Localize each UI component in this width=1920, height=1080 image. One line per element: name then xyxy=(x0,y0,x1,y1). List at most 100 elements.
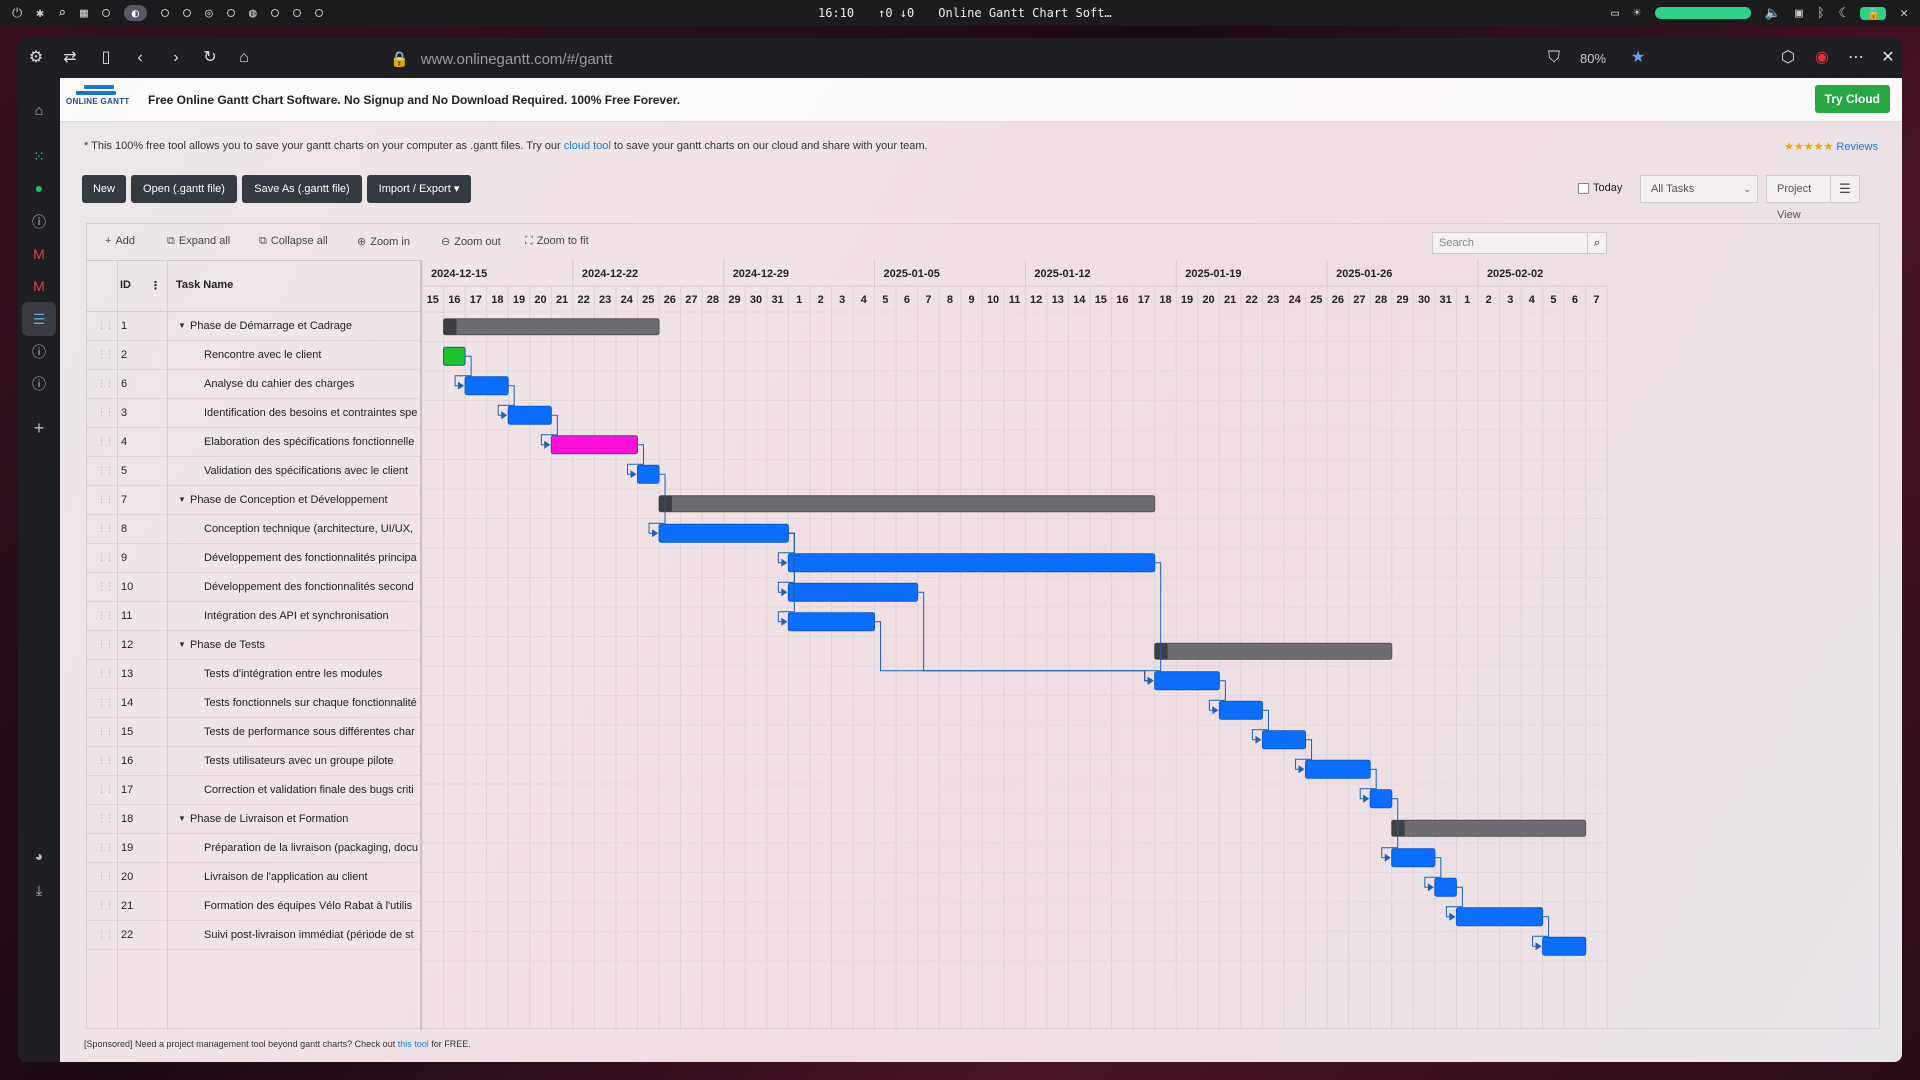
drag-handle-icon[interactable]: ⋮⋮ xyxy=(97,929,114,940)
task-name[interactable]: Correction et validation finale des bugs… xyxy=(204,784,418,796)
workspace-active-indicator[interactable]: ◐ xyxy=(123,5,148,21)
task-bar[interactable] xyxy=(787,612,876,632)
zoom-level[interactable]: 80% xyxy=(1580,51,1606,66)
task-bar[interactable] xyxy=(443,346,466,366)
task-bar[interactable] xyxy=(1261,730,1307,750)
id-column-header[interactable]: ID xyxy=(120,279,131,291)
drag-handle-icon[interactable]: ⋮⋮ xyxy=(97,436,114,447)
phase-bar[interactable] xyxy=(658,495,1156,513)
drag-handle-icon[interactable]: ⋮⋮ xyxy=(97,320,114,331)
today-toggle[interactable]: Today xyxy=(1578,182,1622,194)
zoom-in-button[interactable]: ⊕ Zoom in xyxy=(357,235,410,248)
info-icon[interactable]: ⓘ xyxy=(29,374,49,394)
task-bar[interactable] xyxy=(1218,700,1263,720)
new-button[interactable]: New xyxy=(82,175,126,203)
task-name[interactable]: Développement des fonctionnalités princi… xyxy=(204,552,418,564)
drag-handle-icon[interactable]: ⋮⋮ xyxy=(97,726,114,737)
whatsapp-icon[interactable]: ● xyxy=(29,178,49,198)
site-logo[interactable]: ONLINE GANTT xyxy=(66,85,134,115)
task-row[interactable]: ⋮⋮ 12 ▼ Phase de Tests xyxy=(87,631,420,660)
drag-handle-icon[interactable]: ⋮⋮ xyxy=(97,842,114,853)
notifications-icon[interactable]: ✕ xyxy=(1900,6,1908,21)
task-name[interactable]: Livraison de l'application au client xyxy=(204,871,418,883)
save-as-button[interactable]: Save As (.gantt file) xyxy=(242,175,362,203)
collapse-caret-icon[interactable]: ▼ xyxy=(178,640,186,649)
drag-handle-icon[interactable]: ⋮⋮ xyxy=(97,755,114,766)
task-row[interactable]: ⋮⋮ 13 Tests d'intégration entre les module… xyxy=(87,660,420,689)
lock-icon[interactable]: 🔒 xyxy=(1860,6,1887,20)
drag-handle-icon[interactable]: ⋮⋮ xyxy=(97,349,114,360)
drag-handle-icon[interactable]: ⋮⋮ xyxy=(97,552,114,563)
forward-icon[interactable]: › xyxy=(166,48,186,68)
settings-icon[interactable]: ⚙ xyxy=(26,48,46,68)
task-bar[interactable] xyxy=(507,405,552,425)
open-file-button[interactable]: Open (.gantt file) xyxy=(131,175,237,203)
back-icon[interactable]: ‹ xyxy=(130,48,150,68)
sidebar-app-icon[interactable]: ⁙ xyxy=(29,146,49,166)
task-row[interactable]: ⋮⋮ 14 Tests fonctionnels sur chaque foncti… xyxy=(87,689,420,718)
task-name[interactable]: Identification des besoins et contrainte… xyxy=(204,407,418,419)
task-row[interactable]: ⋮⋮ 16 Tests utilisateurs avec un groupe pi… xyxy=(87,747,420,776)
task-row[interactable]: ⋮⋮ 6 Analyse du cahier des charges xyxy=(87,370,420,399)
info-icon[interactable]: ⓘ xyxy=(29,212,49,232)
home-icon[interactable]: ⌂ xyxy=(234,48,254,68)
drag-handle-icon[interactable]: ⋮⋮ xyxy=(97,697,114,708)
collapse-caret-icon[interactable]: ▼ xyxy=(178,814,186,823)
task-bar[interactable] xyxy=(658,523,789,543)
drag-handle-icon[interactable]: ⋮⋮ xyxy=(97,871,114,882)
task-bar[interactable] xyxy=(787,553,1156,573)
drag-handle-icon[interactable]: ⋮⋮ xyxy=(97,813,114,824)
search-icon[interactable]: ⌕ xyxy=(1587,232,1607,254)
task-bar[interactable] xyxy=(1369,789,1393,809)
night-mode-icon[interactable]: ☾ xyxy=(1839,6,1847,21)
task-row[interactable]: ⋮⋮ 22 Suivi post-livraison immédiat (pério… xyxy=(87,921,420,950)
task-bar[interactable] xyxy=(1391,848,1436,868)
phase-bar[interactable] xyxy=(1391,819,1587,837)
task-name[interactable]: Elaboration des spécifications fonctionn… xyxy=(204,436,418,448)
address-bar[interactable]: 🔒 www.onlinegantt.com/#/gantt xyxy=(390,46,1530,72)
task-name[interactable]: Tests d'intégration entre les modules xyxy=(204,668,418,680)
drag-handle-icon[interactable]: ⋮⋮ xyxy=(97,523,114,534)
reload-icon[interactable]: ↻ xyxy=(200,48,220,68)
globe-icon[interactable]: ◎ xyxy=(205,6,213,21)
task-row[interactable]: ⋮⋮ 4 Elaboration des spécifications foncti… xyxy=(87,428,420,457)
search-input[interactable]: Search xyxy=(1432,232,1588,254)
keyboard-icon[interactable]: ▭ xyxy=(1611,6,1619,21)
sponsored-tool-link[interactable]: this tool xyxy=(398,1039,429,1049)
task-row[interactable]: ⋮⋮ 5 Validation des spécifications avec le… xyxy=(87,457,420,486)
task-row[interactable]: ⋮⋮ 20 Livraison de l'application au client xyxy=(87,863,420,892)
search-icon[interactable]: ⌕ xyxy=(58,6,66,21)
expand-all-button[interactable]: ⧉ Expand all xyxy=(167,235,230,248)
drag-handle-icon[interactable]: ⋮⋮ xyxy=(97,581,114,592)
workspace-indicator[interactable] xyxy=(226,9,235,17)
info-icon[interactable]: ⓘ xyxy=(29,342,49,362)
task-name[interactable]: Conception technique (architecture, UI/U… xyxy=(204,523,418,535)
close-icon[interactable]: ✕ xyxy=(1878,48,1898,68)
download-icon[interactable]: ⤓ xyxy=(29,880,49,900)
task-row[interactable]: ⋮⋮ 3 Identification des besoins et contrai… xyxy=(87,399,420,428)
task-name[interactable]: Préparation de la livraison (packaging, … xyxy=(204,842,418,854)
apps-grid-icon[interactable]: ▦ xyxy=(80,6,88,21)
task-name[interactable]: Suivi post-livraison immédiat (période d… xyxy=(204,929,418,941)
import-export-dropdown[interactable]: Import / Export ▾ xyxy=(367,175,471,203)
add-task-button[interactable]: + Add xyxy=(105,235,135,247)
task-row[interactable]: ⋮⋮ 18 ▼ Phase de Livraison et Formation xyxy=(87,805,420,834)
drag-handle-icon[interactable]: ⋮⋮ xyxy=(97,407,114,418)
extension-badge-icon[interactable]: ◉ xyxy=(1812,48,1832,68)
project-view-select[interactable]: Project View xyxy=(1766,175,1832,221)
power-icon[interactable]: ⏻ xyxy=(12,6,22,21)
today-checkbox[interactable] xyxy=(1578,182,1589,194)
menu-icon[interactable]: ☰ xyxy=(1830,175,1860,203)
phase-bar[interactable] xyxy=(443,318,660,336)
sidebar-toggle-icon[interactable]: ▯ xyxy=(96,48,116,68)
task-name[interactable]: Formation des équipes Vélo Rabat à l'uti… xyxy=(204,900,418,912)
drag-handle-icon[interactable]: ⋮⋮ xyxy=(97,465,114,476)
task-bar[interactable] xyxy=(464,376,509,396)
task-name[interactable]: Validation des spécifications avec le cl… xyxy=(204,465,418,477)
column-menu-icon[interactable]: ⋮ xyxy=(150,279,161,292)
reviews-link[interactable]: Reviews xyxy=(1836,141,1878,153)
workspace-indicator[interactable] xyxy=(270,9,279,17)
task-name[interactable]: Intégration des API et synchronisation xyxy=(204,610,418,622)
drag-handle-icon[interactable]: ⋮⋮ xyxy=(97,784,114,795)
task-name[interactable]: Phase de Conception et Développement xyxy=(190,494,418,506)
